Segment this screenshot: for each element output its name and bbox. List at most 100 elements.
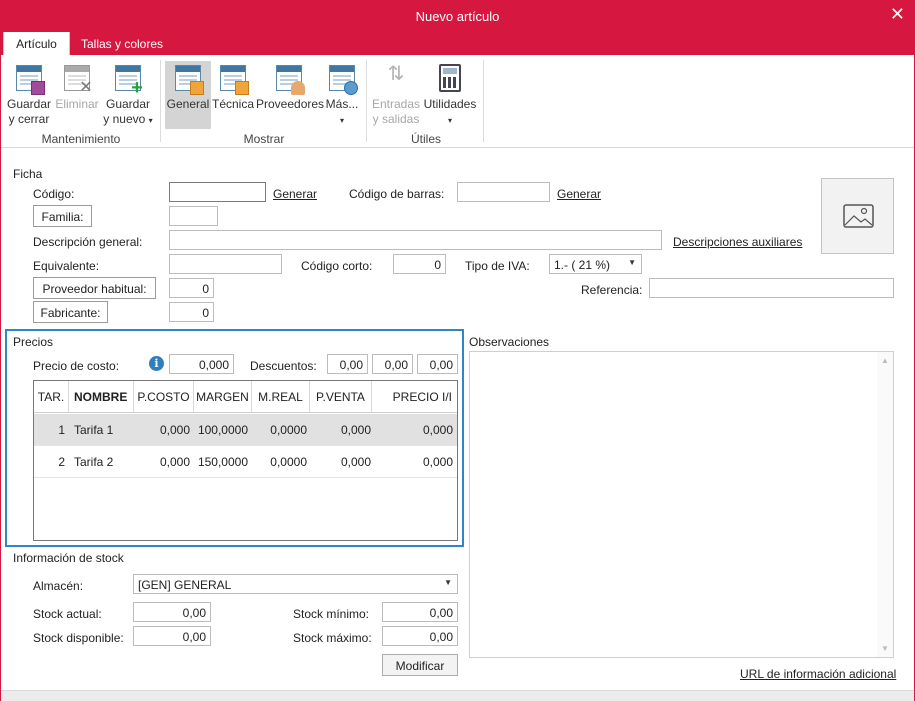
- cell-precio-ii: 0,000: [422, 423, 453, 437]
- modificar-button[interactable]: Modificar: [382, 654, 458, 676]
- in-out-label-1: Entradas: [371, 97, 421, 111]
- precio-costo-label: Precio de costo:: [33, 359, 120, 373]
- proveedor-habitual-input[interactable]: 0: [169, 278, 214, 298]
- in-out-icon: ⇅: [387, 63, 405, 85]
- codigo-input[interactable]: [169, 182, 266, 202]
- col-precio-ii[interactable]: PRECIO I/I: [372, 381, 457, 413]
- cell-pventa: 0,000: [340, 455, 371, 469]
- grid-header: TAR. NOMBRE P.COSTO MARGEN M.REAL P.VENT…: [34, 381, 457, 413]
- descuento-1-input[interactable]: 0,00: [327, 354, 368, 374]
- close-icon[interactable]: ✕: [890, 5, 905, 23]
- col-tar[interactable]: TAR.: [34, 381, 69, 413]
- precio-costo-input[interactable]: 0,000: [169, 354, 234, 374]
- stock-maximo-input[interactable]: 0,00: [382, 626, 458, 646]
- observaciones-textarea[interactable]: ▲ ▼: [469, 351, 894, 658]
- proveedor-habitual-button[interactable]: Proveedor habitual:: [33, 277, 156, 299]
- cell-margen: 150,0000: [197, 455, 248, 469]
- technical-button[interactable]: Técnica: [212, 61, 254, 112]
- bottom-bar: [0, 690, 915, 701]
- codigo-corto-input[interactable]: 0: [393, 254, 446, 274]
- fabricante-input[interactable]: 0: [169, 302, 214, 322]
- tipo-iva-value: 1.- ( 21 %): [554, 258, 611, 272]
- more-label: Más...: [325, 97, 359, 111]
- col-margen[interactable]: MARGEN: [194, 381, 252, 413]
- codigo-barras-input[interactable]: [457, 182, 550, 202]
- col-pventa[interactable]: P.VENTA: [310, 381, 372, 413]
- general-icon: [172, 63, 204, 95]
- stock-disponible-input[interactable]: 0,00: [133, 626, 211, 646]
- cell-pcosto: 0,000: [159, 455, 190, 469]
- equivalente-label: Equivalente:: [33, 259, 100, 273]
- scroll-down-icon[interactable]: ▼: [881, 644, 889, 653]
- more-button[interactable]: Más... ▾: [324, 61, 360, 128]
- window-border-left: [0, 55, 1, 701]
- col-mreal[interactable]: M.REAL: [252, 381, 310, 413]
- technical-label: Técnica: [212, 97, 255, 111]
- delete-label: Eliminar: [55, 97, 99, 111]
- stock-actual-input[interactable]: 0,00: [133, 602, 211, 622]
- save-new-button[interactable]: + Guardar y nuevo ▾: [101, 61, 155, 128]
- utilities-button[interactable]: Utilidades ▾: [423, 61, 477, 128]
- table-row[interactable]: 2 Tarifa 2 0,000 150,0000 0,0000 0,000 0…: [34, 446, 457, 478]
- url-info-link[interactable]: URL de información adicional: [740, 667, 896, 681]
- descripciones-auxiliares-link[interactable]: Descripciones auxiliares: [673, 235, 802, 249]
- equivalente-input[interactable]: [169, 254, 282, 274]
- suppliers-icon: [273, 63, 305, 95]
- familia-input[interactable]: [169, 206, 218, 226]
- info-icon[interactable]: i: [149, 356, 164, 371]
- observaciones-section-title: Observaciones: [469, 335, 550, 349]
- cell-pventa: 0,000: [340, 423, 371, 437]
- table-row[interactable]: 1 Tarifa 1 0,000 100,0000 0,0000 0,000 0…: [34, 414, 457, 446]
- save-new-icon: +: [112, 63, 144, 98]
- almacen-select[interactable]: [GEN] GENERAL ▼: [133, 574, 458, 594]
- ribbon-separator: [160, 60, 161, 142]
- stock-actual-label: Stock actual:: [33, 607, 102, 621]
- cell-precio-ii: 0,000: [422, 455, 453, 469]
- generar-barras-link[interactable]: Generar: [557, 187, 601, 201]
- tipo-iva-select[interactable]: 1.- ( 21 %) ▼: [549, 254, 642, 274]
- group-utiles: Útiles: [410, 132, 441, 146]
- cell-mreal: 0,0000: [270, 423, 307, 437]
- save-close-label-2: y cerrar: [8, 112, 50, 126]
- ficha-section-title: Ficha: [13, 167, 43, 181]
- image-placeholder[interactable]: [821, 178, 894, 254]
- descripcion-label: Descripción general:: [33, 235, 143, 249]
- tab-articulo[interactable]: Artículo: [3, 32, 70, 55]
- chevron-down-icon: ▼: [444, 578, 452, 587]
- suppliers-button[interactable]: Proveedores: [256, 61, 325, 112]
- descuento-2-input[interactable]: 0,00: [372, 354, 413, 374]
- generar-codigo-link[interactable]: Generar: [273, 187, 317, 201]
- scroll-up-icon[interactable]: ▲: [881, 356, 889, 365]
- col-nombre[interactable]: NOMBRE: [69, 381, 134, 413]
- tab-tallas-colores[interactable]: Tallas y colores: [76, 32, 168, 55]
- cell-tar: 1: [58, 423, 65, 437]
- general-button[interactable]: General: [165, 61, 211, 129]
- save-close-label-1: Guardar: [6, 97, 52, 111]
- cell-nombre: Tarifa 2: [74, 455, 114, 469]
- precios-section-title: Precios: [13, 335, 54, 349]
- cell-margen: 100,0000: [197, 423, 248, 437]
- codigo-corto-label: Código corto:: [301, 259, 373, 273]
- stock-minimo-input[interactable]: 0,00: [382, 602, 458, 622]
- scrollbar[interactable]: ▲ ▼: [877, 352, 893, 657]
- referencia-input[interactable]: [649, 278, 894, 298]
- stock-section-title: Información de stock: [13, 551, 124, 565]
- familia-button[interactable]: Familia:: [33, 205, 92, 227]
- save-close-button[interactable]: Guardar y cerrar: [5, 61, 53, 127]
- codigo-label: Código:: [33, 187, 75, 201]
- almacen-value: [GEN] GENERAL: [138, 578, 232, 592]
- ribbon: Guardar y cerrar ✕ Eliminar + Guardar y …: [0, 55, 915, 148]
- fabricante-button[interactable]: Fabricante:: [33, 301, 108, 323]
- descripcion-input[interactable]: [169, 230, 662, 250]
- suppliers-label: Proveedores: [256, 97, 325, 111]
- delete-icon: ✕: [61, 63, 93, 96]
- more-icon: [326, 63, 358, 95]
- in-out-button[interactable]: ⇅ Entradas y salidas: [371, 61, 421, 127]
- tab-bar: Artículo Tallas y colores: [0, 32, 915, 55]
- delete-button[interactable]: ✕ Eliminar: [54, 61, 100, 112]
- chevron-down-icon: ▾: [339, 116, 344, 125]
- descuento-3-input[interactable]: 0,00: [417, 354, 458, 374]
- save-new-label-1: Guardar: [105, 97, 151, 111]
- almacen-label: Almacén:: [33, 579, 84, 593]
- col-pcosto[interactable]: P.COSTO: [134, 381, 194, 413]
